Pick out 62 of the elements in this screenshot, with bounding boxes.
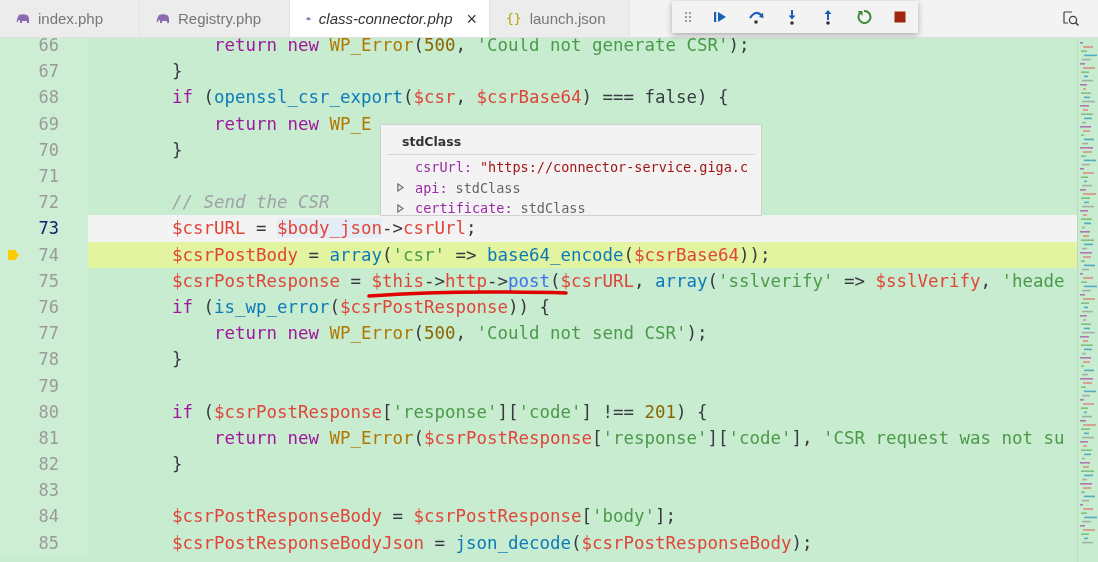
step-over-icon[interactable] — [748, 9, 764, 25]
editor-tab[interactable]: {} launch.json — [490, 0, 630, 37]
editor-tab[interactable]: Registry.php — [140, 0, 290, 37]
restart-icon[interactable] — [856, 9, 872, 25]
code-line: $csrPostResponseBodyJson = json_decode($csrPostResponseBody); — [171, 532, 813, 553]
code-line: if (openssl_csr_export($csr, $csrBase64) === false) { — [171, 87, 729, 108]
code-line: if (is_wp_error($csrPostResponse)) { — [171, 296, 550, 317]
code-line: return new WP_Error($csrPostResponse['response']['code'], 'CSR request was not su — [212, 427, 1065, 448]
tooltip-title: stdClass — [401, 133, 463, 151]
code-line: // Send the CSR — [171, 192, 330, 213]
line-number: 69 — [38, 113, 59, 134]
line-number: 74 — [38, 244, 59, 265]
code-line: $csrPostResponseBody = $csrPostResponse['body']; — [171, 506, 676, 527]
line-number: 67 — [38, 61, 59, 82]
line-number: 70 — [38, 139, 59, 160]
stop-icon[interactable] — [892, 9, 908, 25]
line-number: 76 — [38, 296, 59, 317]
line-number: 75 — [38, 270, 59, 291]
editor-tab[interactable]: index.php — [0, 0, 140, 37]
tab-label: Registry.php — [178, 10, 262, 27]
line-number: 84 — [38, 506, 59, 527]
tab-label: class-connector.php — [318, 10, 453, 27]
property-name: certificate: — [415, 200, 513, 215]
code-line: } — [171, 139, 183, 160]
line-number: 85 — [38, 532, 59, 553]
line-number: 77 — [38, 323, 59, 344]
property-value: stdClass — [520, 200, 586, 215]
code-line: } — [171, 454, 183, 475]
code-line: return new WP_Error(500, 'Could not send CSR'); — [212, 323, 708, 344]
property-name: api: — [415, 179, 448, 196]
braces-icon: {} — [506, 11, 522, 26]
line-number: 82 — [38, 454, 59, 475]
code-line: $csrURL = $body_json->csrUrl; — [171, 218, 477, 239]
code-line: } — [171, 349, 183, 370]
line-number: 68 — [38, 87, 59, 108]
property-value: stdClass — [455, 179, 521, 196]
editor-tab[interactable]: class-connector.php × — [290, 0, 490, 37]
close-button[interactable]: × — [466, 9, 477, 28]
continue-icon[interactable] — [712, 9, 728, 25]
line-number: 73 — [38, 218, 59, 239]
line-number: 83 — [38, 480, 59, 501]
code-line: $csrPostBody = array('csr' => base64_encode($csrBase64)); — [171, 244, 771, 265]
line-number: 81 — [38, 427, 59, 448]
tab-label: index.php — [38, 10, 104, 27]
code-line: } — [171, 61, 183, 82]
code-line: return new WP_Error(500, 'Could not generate CSR'); — [212, 38, 750, 56]
line-number: 71 — [38, 166, 59, 187]
gripper-icon[interactable] — [684, 10, 692, 24]
line-number: 78 — [38, 349, 59, 370]
line-number: 66 — [38, 38, 59, 56]
code-line: $csrPostResponse = $this->http->post($csrURL, array('sslverify' => $sslVerify, 'heade — [171, 270, 1065, 291]
property-value: "https://connector-service.giga.c — [479, 159, 749, 176]
code-line: if ($csrPostResponse['response']['code'] !== 201) { — [171, 401, 708, 422]
line-number: 72 — [38, 192, 59, 213]
search-icon[interactable] — [1062, 10, 1080, 28]
line-number: 79 — [38, 375, 59, 396]
expand-icon[interactable] — [397, 203, 404, 213]
tab-label: launch.json — [529, 10, 606, 27]
property-name: csrUrl: — [415, 159, 472, 176]
expand-icon[interactable] — [397, 183, 404, 193]
line-number: 80 — [38, 401, 59, 422]
code-line: return new WP_E — [212, 113, 372, 134]
